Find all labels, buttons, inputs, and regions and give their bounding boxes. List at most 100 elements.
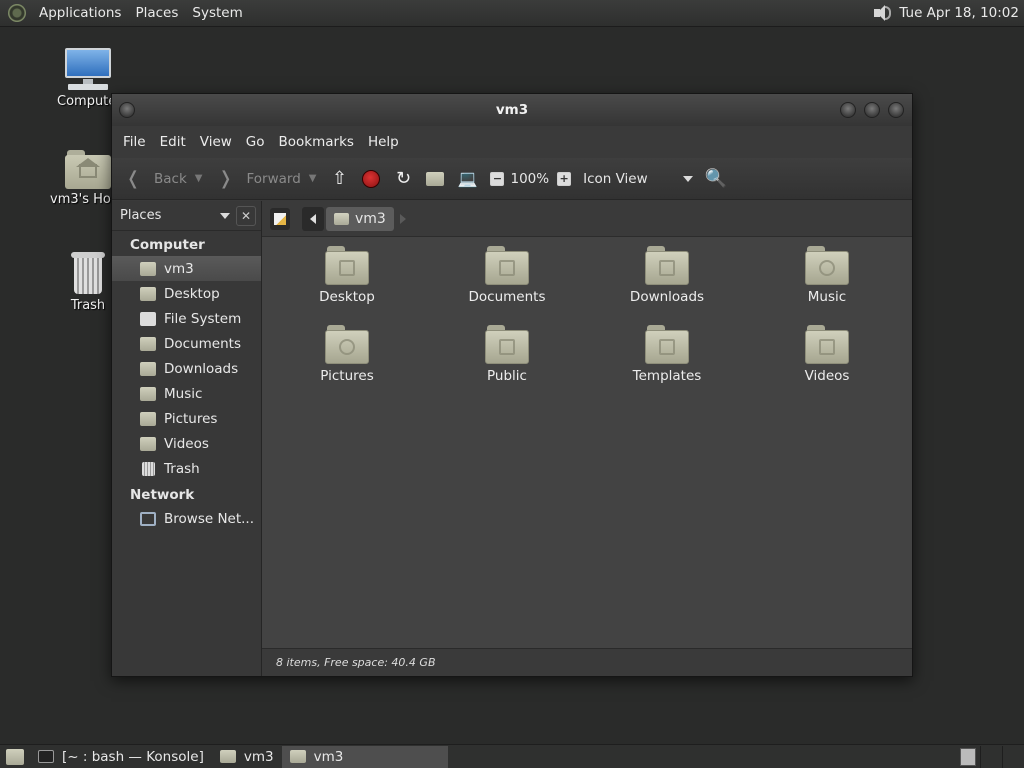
toolbar: ❬ Back ▼ ❭ Forward ▼ ⇧ ↻ 💻 − 100% + Icon…: [112, 158, 912, 200]
videos-folder-icon: [805, 324, 849, 364]
sidebar-close-button[interactable]: ✕: [236, 205, 256, 226]
desktop-folder-icon: [140, 286, 156, 301]
music-folder-icon: [140, 386, 156, 401]
sidebar-item-label: Music: [164, 385, 203, 402]
edit-pencil-icon: [274, 212, 286, 225]
bottom-panel: [~ : bash — Konsole] vm3 vm3: [0, 744, 1024, 768]
menu-edit[interactable]: Edit: [153, 134, 193, 150]
location-toggle-button[interactable]: [270, 207, 290, 230]
distro-logo-icon[interactable]: [8, 4, 26, 22]
downloads-folder-icon: [645, 245, 689, 285]
sidebar-item-downloads[interactable]: Downloads: [112, 356, 261, 381]
sidebar-item-vm3[interactable]: vm3: [112, 256, 261, 281]
volume-icon[interactable]: [871, 3, 893, 23]
pictures-folder-icon: [325, 324, 369, 364]
back-button[interactable]: ❬ Back ▼: [122, 168, 202, 190]
task-label: vm3: [313, 748, 344, 765]
clock[interactable]: Tue Apr 18, 10:02: [899, 5, 1019, 21]
menu-places[interactable]: Places: [128, 5, 185, 21]
home-folder-icon: [65, 150, 111, 190]
sidebar-item-videos[interactable]: Videos: [112, 431, 261, 456]
zoom-out-icon: −: [490, 171, 505, 186]
file-name: Public: [487, 368, 527, 384]
videos-folder-icon: [140, 436, 156, 451]
sidebar-item-pictures[interactable]: Pictures: [112, 406, 261, 431]
show-desktop-icon[interactable]: [6, 748, 24, 765]
menu-help[interactable]: Help: [361, 134, 406, 150]
public-folder-icon: [485, 324, 529, 364]
file-manager-window: vm3 File Edit View Go Bookmarks Help ❬ B…: [111, 93, 913, 677]
top-panel: Applications Places System Tue Apr 18, 1…: [0, 0, 1024, 27]
sidebar-selector[interactable]: Places: [118, 205, 230, 227]
file-item-documents[interactable]: Documents: [427, 245, 587, 324]
menu-bookmarks[interactable]: Bookmarks: [272, 134, 361, 150]
menu-go[interactable]: Go: [239, 134, 272, 150]
sidebar-header: Places ✕: [112, 201, 261, 231]
music-folder-icon: [805, 245, 849, 285]
file-name: Templates: [632, 368, 702, 384]
file-item-templates[interactable]: Templates: [587, 324, 747, 403]
view-mode-select[interactable]: Icon View: [583, 171, 694, 187]
sidebar-selector-dropdown-icon: [220, 212, 230, 219]
sidebar-item-file-system[interactable]: File System: [112, 306, 261, 331]
sidebar-item-label: File System: [164, 310, 242, 327]
workspace-1[interactable]: [960, 747, 976, 766]
file-item-downloads[interactable]: Downloads: [587, 245, 747, 324]
zoom-out-button[interactable]: −: [490, 171, 505, 186]
forward-button[interactable]: ❭ Forward ▼: [214, 168, 317, 190]
desktop-home-label: vm3's Home: [50, 192, 118, 207]
stop-button[interactable]: [362, 169, 381, 188]
templates-folder-icon: [645, 324, 689, 364]
file-item-music[interactable]: Music: [747, 245, 907, 324]
maximize-button[interactable]: [864, 102, 880, 118]
sidebar-item-trash[interactable]: Trash: [112, 456, 261, 481]
sidebar-item-documents[interactable]: Documents: [112, 331, 261, 356]
home-button[interactable]: [426, 171, 445, 186]
trash-icon: [69, 250, 107, 296]
path-back-arrow[interactable]: [302, 206, 324, 231]
menu-view[interactable]: View: [193, 134, 239, 150]
workspace-2[interactable]: [980, 745, 1002, 768]
computer-button[interactable]: 💻: [456, 168, 478, 190]
path-forward-arrow[interactable]: [399, 213, 406, 224]
documents-folder-icon: [485, 245, 529, 285]
file-view: vm3 Desktop Documents Downloads Music Pi…: [262, 201, 912, 676]
home-folder-icon: [289, 750, 306, 763]
task-label: [~ : bash — Konsole]: [62, 748, 204, 765]
sidebar-item-music[interactable]: Music: [112, 381, 261, 406]
menu-system[interactable]: System: [185, 5, 249, 21]
window-menu-button[interactable]: [119, 102, 135, 118]
reload-button[interactable]: ↻: [392, 168, 414, 190]
minimize-button[interactable]: [840, 102, 856, 118]
file-item-videos[interactable]: Videos: [747, 324, 907, 403]
computer-icon: 💻: [457, 169, 478, 188]
task-konsole[interactable]: [~ : bash — Konsole]: [30, 746, 212, 768]
home-folder-icon: [426, 171, 445, 186]
close-button[interactable]: [888, 102, 904, 118]
file-item-desktop[interactable]: Desktop: [267, 245, 427, 324]
file-item-pictures[interactable]: Pictures: [267, 324, 427, 403]
task-vm3[interactable]: vm3: [212, 746, 282, 768]
breadcrumb-vm3[interactable]: vm3: [326, 206, 394, 231]
home-folder-icon: [334, 212, 349, 225]
search-button[interactable]: 🔍: [705, 168, 727, 190]
zoom-in-button[interactable]: +: [557, 171, 572, 186]
up-button[interactable]: ⇧: [328, 168, 350, 190]
sidebar: Places ✕ Computer vm3 Desktop File Syste…: [112, 201, 262, 676]
file-item-public[interactable]: Public: [427, 324, 587, 403]
workspace-switcher: [952, 745, 1024, 768]
title-bar[interactable]: vm3: [112, 94, 912, 126]
up-arrow-icon: ⇧: [331, 168, 348, 189]
menu-file[interactable]: File: [116, 134, 153, 150]
breadcrumb-label: vm3: [355, 210, 386, 227]
task-vm3-active[interactable]: vm3: [281, 745, 448, 768]
sidebar-item-browse-network[interactable]: Browse Net...: [112, 506, 261, 531]
back-history-chevron-icon[interactable]: ▼: [195, 173, 203, 184]
forward-history-chevron-icon[interactable]: ▼: [309, 173, 317, 184]
sidebar-item-desktop[interactable]: Desktop: [112, 281, 261, 306]
workspace-3[interactable]: [1002, 745, 1024, 768]
sidebar-item-label: Trash: [164, 460, 200, 477]
sidebar-item-label: Downloads: [164, 360, 239, 377]
back-arrow-icon: ❬: [125, 168, 141, 189]
menu-applications[interactable]: Applications: [32, 5, 128, 21]
